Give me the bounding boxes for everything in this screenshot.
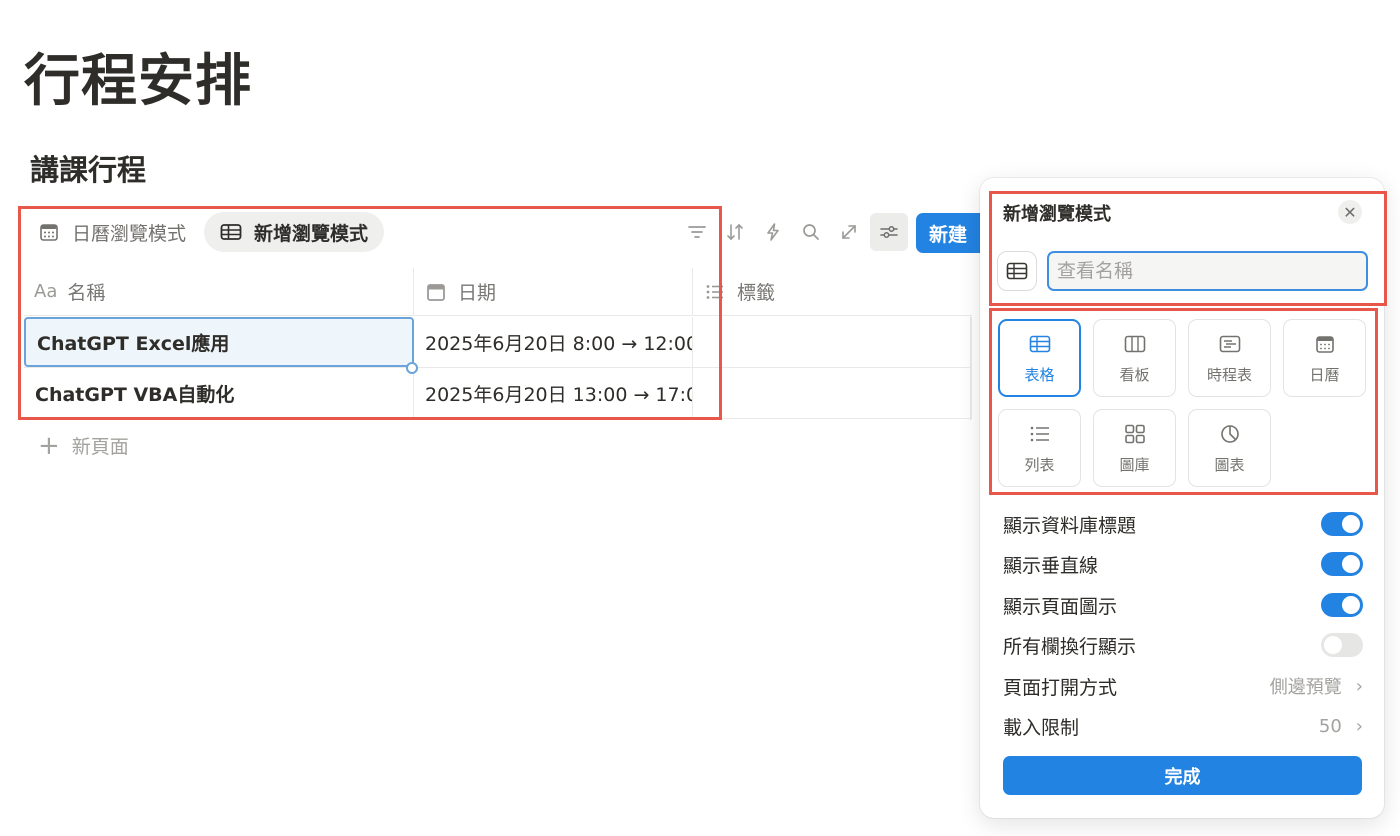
option-value: 側邊預覽 <box>1269 677 1342 698</box>
option-value: 50 <box>1318 715 1342 737</box>
option-load-limit[interactable]: 載入限制 50 › <box>1003 710 1363 742</box>
highlight-box-view-name <box>989 191 1387 306</box>
toggle-switch[interactable] <box>1321 593 1363 617</box>
automation-icon[interactable] <box>754 213 792 251</box>
option-value-group: 50 › <box>1319 716 1363 737</box>
option-label: 載入限制 <box>1003 716 1080 739</box>
toggle-switch[interactable] <box>1321 512 1363 536</box>
cell-tags[interactable] <box>693 317 972 367</box>
page-title[interactable]: 行程安排 <box>24 44 252 120</box>
toggle-switch[interactable] <box>1321 633 1363 657</box>
option-label: 所有欄換行顯示 <box>1003 635 1137 658</box>
option-label: 顯示頁面圖示 <box>1003 595 1118 618</box>
database-title[interactable]: 講課行程 <box>30 150 146 190</box>
expand-icon[interactable] <box>830 213 868 251</box>
table-edge-divider <box>970 316 971 420</box>
option-wrap-all-columns: 所有欄換行顯示 <box>1003 629 1363 661</box>
search-icon[interactable] <box>792 213 830 251</box>
toggle-switch[interactable] <box>1321 552 1363 576</box>
highlight-box-table <box>18 206 722 420</box>
chevron-right-icon: › <box>1355 675 1363 697</box>
new-button[interactable]: 新建 <box>916 213 980 253</box>
plus-icon: + <box>38 430 60 461</box>
new-page-label: 新頁面 <box>71 436 129 458</box>
option-show-page-icon: 顯示頁面圖示 <box>1003 589 1363 621</box>
cell-tags[interactable] <box>693 368 972 418</box>
settings-icon[interactable] <box>870 213 908 251</box>
option-show-vertical-lines: 顯示垂直線 <box>1003 548 1363 580</box>
option-label: 頁面打開方式 <box>1003 676 1118 699</box>
chevron-right-icon: › <box>1355 715 1363 737</box>
highlight-box-layouts <box>989 308 1378 495</box>
option-show-database-title: 顯示資料庫標題 <box>1003 508 1363 540</box>
option-label: 顯示垂直線 <box>1003 554 1099 577</box>
option-open-pages-in[interactable]: 頁面打開方式 側邊預覽 › <box>1003 670 1363 702</box>
column-label: 標籤 <box>737 282 776 304</box>
option-value-group: 側邊預覽 › <box>1270 673 1363 699</box>
done-button[interactable]: 完成 <box>1003 756 1362 795</box>
option-label: 顯示資料庫標題 <box>1003 514 1137 537</box>
new-page-button[interactable]: + 新頁面 <box>38 432 129 459</box>
column-header-tags[interactable]: 標籤 <box>693 268 972 315</box>
